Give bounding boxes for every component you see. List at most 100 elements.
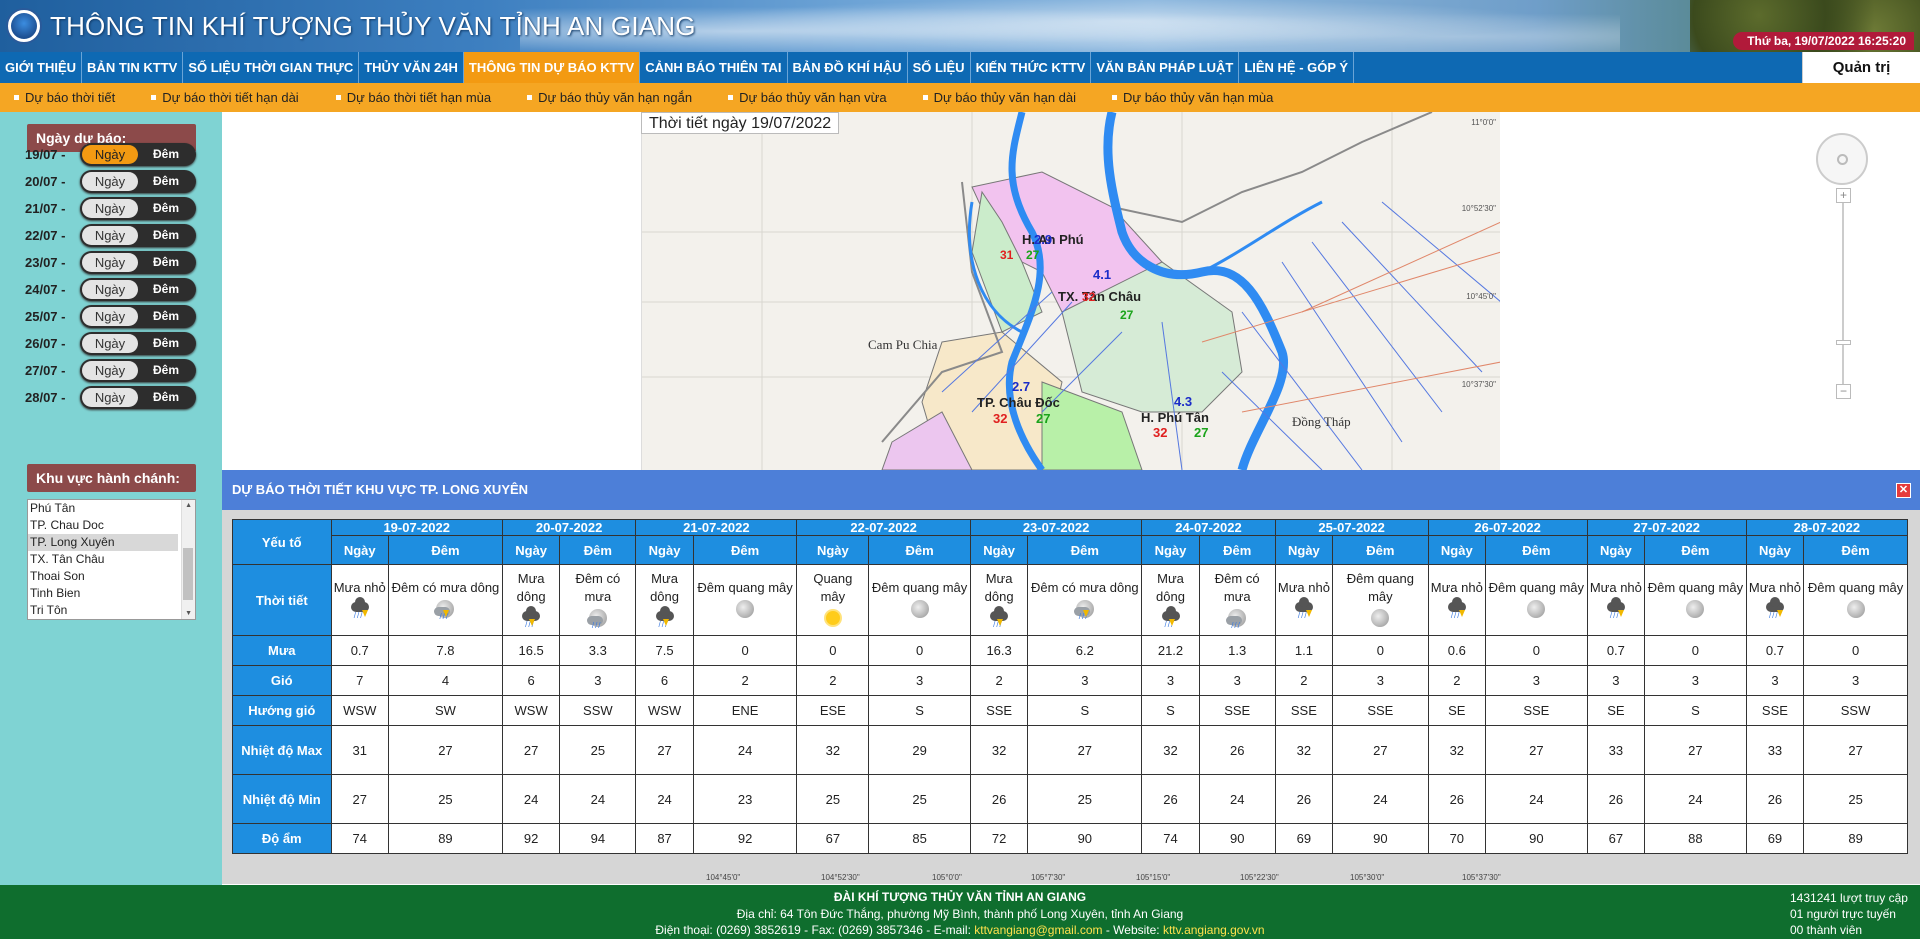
day-night-toggle[interactable]: Ngày Đêm bbox=[80, 278, 196, 301]
admin-link[interactable]: Quản trị bbox=[1802, 52, 1920, 83]
zoom-slider-handle[interactable] bbox=[1836, 340, 1851, 345]
footer-email-link[interactable]: kttvangiang@gmail.com bbox=[974, 923, 1102, 937]
day-button[interactable]: Ngày bbox=[82, 388, 138, 407]
close-icon[interactable]: ✕ bbox=[1896, 483, 1911, 498]
weather-desc: Đêm quang mây bbox=[871, 579, 968, 595]
subnav-item-0[interactable]: Dự báo thời tiết bbox=[14, 83, 115, 112]
day-button[interactable]: Ngày bbox=[82, 361, 138, 380]
day-button[interactable]: Ngày bbox=[82, 253, 138, 272]
day-button[interactable]: Ngày bbox=[82, 280, 138, 299]
region-option[interactable]: TP. Chau Doc bbox=[28, 517, 178, 534]
wind-dir-row-cell: SE bbox=[1586, 695, 1646, 726]
night-button[interactable]: Đêm bbox=[138, 388, 194, 407]
day-button[interactable]: Ngày bbox=[82, 172, 138, 191]
region-option[interactable]: Tinh Bien bbox=[28, 585, 178, 602]
region-option[interactable]: Tri Tôn bbox=[28, 602, 178, 619]
subnav-item-2[interactable]: Dự báo thời tiết hạn mùa bbox=[335, 83, 491, 112]
site-logo[interactable] bbox=[6, 8, 42, 44]
wind-dir-row-cell: SSW bbox=[1803, 695, 1908, 726]
nav-item-0[interactable]: GIỚI THIỆU bbox=[0, 52, 83, 83]
bolt-shape bbox=[1776, 609, 1783, 617]
nav-item-9[interactable]: VĂN BẢN PHÁP LUẬT bbox=[1091, 52, 1240, 83]
day-night-toggle[interactable]: Ngày Đêm bbox=[80, 170, 196, 193]
region-option[interactable]: TP. Long Xuyên bbox=[28, 534, 178, 551]
day-night-toggle[interactable]: Ngày Đêm bbox=[80, 197, 196, 220]
footer-website-link[interactable]: kttv.angiang.gov.vn bbox=[1163, 923, 1265, 937]
day-button[interactable]: Ngày bbox=[82, 199, 138, 218]
subnav-item-1[interactable]: Dự báo thời tiết hạn dài bbox=[151, 83, 299, 112]
night-button[interactable]: Đêm bbox=[138, 334, 194, 353]
nav-item-4[interactable]: THÔNG TIN DỰ BÁO KTTV bbox=[463, 52, 641, 83]
pan-center-icon[interactable] bbox=[1837, 154, 1848, 165]
zoom-out-button[interactable]: − bbox=[1836, 384, 1851, 399]
station-anphu-name[interactable]: H. An Phú bbox=[1022, 232, 1084, 247]
tmax-row-cell: 27 bbox=[501, 725, 561, 775]
night-button[interactable]: Đêm bbox=[138, 361, 194, 380]
bullet-icon bbox=[14, 95, 19, 100]
station-chaudoc-name[interactable]: TP. Châu Đốc bbox=[977, 395, 1060, 410]
wind-row-cell: 3 bbox=[1745, 665, 1805, 696]
region-option[interactable]: Phú Tân bbox=[28, 500, 178, 517]
day-button[interactable]: Ngày bbox=[82, 334, 138, 353]
day-night-toggle[interactable]: Ngày Đêm bbox=[80, 305, 196, 328]
day-night-toggle[interactable]: Ngày Đêm bbox=[80, 224, 196, 247]
scroll-thumb[interactable] bbox=[183, 548, 193, 600]
region-scrollbar[interactable]: ▲ ▼ bbox=[181, 500, 195, 619]
subnav-item-3[interactable]: Dự báo thủy văn hạn ngắn bbox=[527, 83, 692, 112]
scroll-down-icon[interactable]: ▼ bbox=[185, 610, 192, 617]
rain-light-icon: /// bbox=[1605, 596, 1627, 619]
nav-item-6[interactable]: BẢN ĐỒ KHÍ HẬU bbox=[788, 52, 908, 83]
region-option[interactable]: TX. Tân Châu bbox=[28, 551, 178, 568]
subnav-item-4[interactable]: Dự báo thủy văn hạn vừa bbox=[728, 83, 887, 112]
day-night-toggle[interactable]: Ngày Đêm bbox=[80, 332, 196, 355]
nav-item-3[interactable]: THỦY VĂN 24H bbox=[359, 52, 464, 83]
station-tanchau-name[interactable]: TX. Tân Châu bbox=[1058, 289, 1141, 304]
day-night-toggle[interactable]: Ngày Đêm bbox=[80, 143, 196, 166]
wind-row-cell: 6 bbox=[501, 665, 561, 696]
night-button[interactable]: Đêm bbox=[138, 253, 194, 272]
nav-item-2[interactable]: SỐ LIỆU THỜI GIAN THỰC bbox=[183, 52, 360, 83]
night-button[interactable]: Đêm bbox=[138, 172, 194, 191]
night-button[interactable]: Đêm bbox=[138, 226, 194, 245]
scroll-up-icon[interactable]: ▲ bbox=[185, 502, 192, 509]
day-button[interactable]: Ngày bbox=[82, 226, 138, 245]
nav-item-5[interactable]: CẢNH BÁO THIÊN TAI bbox=[640, 52, 788, 83]
day-button[interactable]: Ngày bbox=[82, 145, 138, 164]
subnav-label: Dự báo thủy văn hạn vừa bbox=[739, 90, 887, 105]
subnav-item-5[interactable]: Dự báo thủy văn hạn dài bbox=[922, 83, 1076, 112]
night-button[interactable]: Đêm bbox=[138, 280, 194, 299]
region-select[interactable]: Phú Tân TP. Chau Doc TP. Long Xuyên TX. Tân… bbox=[27, 499, 196, 620]
zoom-in-button[interactable]: + bbox=[1836, 188, 1851, 203]
nav-item-8[interactable]: KIẾN THỨC KTTV bbox=[971, 52, 1092, 83]
forecast-day-header: Ngày bbox=[796, 535, 870, 565]
wind-row-label: Gió bbox=[232, 665, 332, 696]
wind-dir-row-cell: ESE bbox=[796, 695, 870, 726]
weather-map[interactable]: Cam Pu Chia Đồng Tháp H. An Phú 2.9 TX. … bbox=[641, 112, 1500, 470]
lon-tick-label: 104°45'0" bbox=[706, 873, 741, 882]
day-night-toggle[interactable]: Ngày Đêm bbox=[80, 386, 196, 409]
forecast-date-header: 20-07-2022 bbox=[501, 519, 637, 536]
day-night-toggle[interactable]: Ngày Đêm bbox=[80, 251, 196, 274]
subnav-label: Dự báo thủy văn hạn mùa bbox=[1123, 90, 1274, 105]
tmax-row-cell: 32 bbox=[1427, 725, 1487, 775]
nav-item-7[interactable]: SỐ LIỆU bbox=[908, 52, 971, 83]
lat-tick-label: 10°52'30" bbox=[1461, 204, 1496, 213]
forecast-day-date: 21/07 - bbox=[25, 201, 66, 216]
night-button[interactable]: Đêm bbox=[138, 199, 194, 218]
night-button[interactable]: Đêm bbox=[138, 307, 194, 326]
map-label-dongthap: Đồng Tháp bbox=[1292, 414, 1351, 429]
weather-cell: Đêm có mưa /// bbox=[1198, 564, 1276, 636]
humidity-row-cell: 90 bbox=[1332, 823, 1429, 854]
day-night-toggle[interactable]: Ngày Đêm bbox=[80, 359, 196, 382]
nav-item-10[interactable]: LIÊN HỆ - GÓP Ý bbox=[1239, 52, 1355, 83]
nav-item-1[interactable]: BẢN TIN KTTV bbox=[82, 52, 184, 83]
day-button[interactable]: Ngày bbox=[82, 307, 138, 326]
night-button[interactable]: Đêm bbox=[138, 145, 194, 164]
subnav-item-6[interactable]: Dự báo thủy văn hạn mùa bbox=[1112, 83, 1273, 112]
zoom-slider-track[interactable] bbox=[1842, 190, 1844, 390]
region-option[interactable]: Thoai Son bbox=[28, 568, 178, 585]
map-pan-control[interactable] bbox=[1816, 133, 1868, 185]
station-phutan-name[interactable]: H. Phú Tân bbox=[1141, 410, 1209, 425]
weather-cell: Mưa dông/// bbox=[1141, 564, 1200, 636]
wind-row-cell: 2 bbox=[1427, 665, 1487, 696]
